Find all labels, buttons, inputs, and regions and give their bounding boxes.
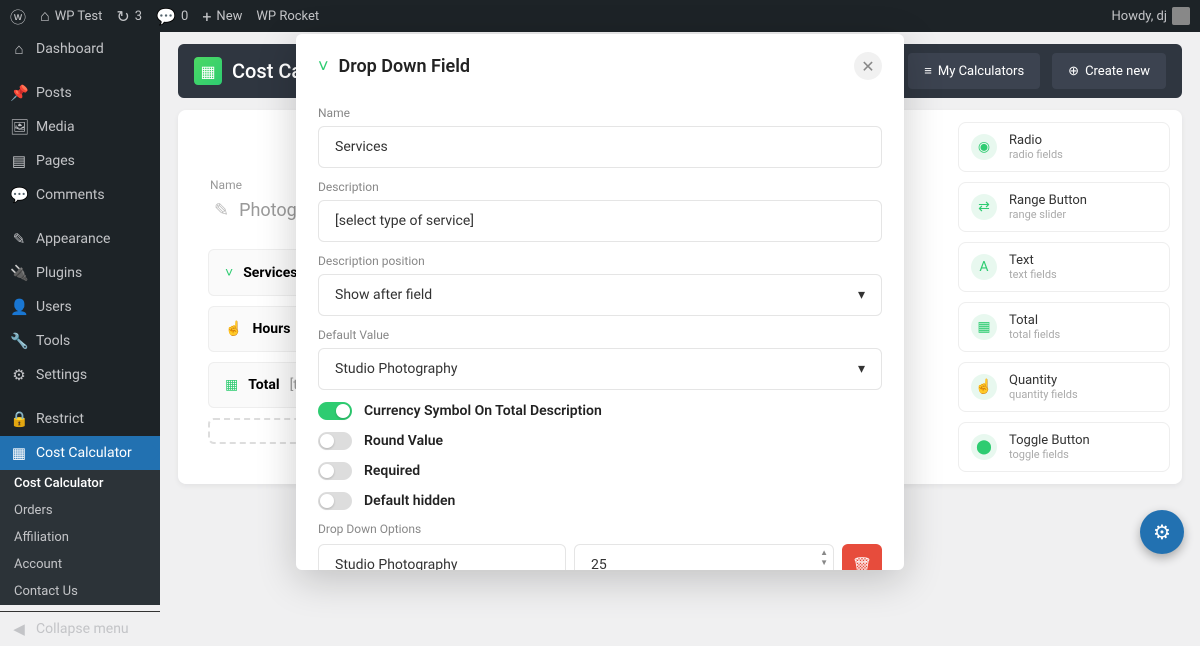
close-icon: ✕ — [861, 57, 874, 76]
wp-rocket-link[interactable]: WP Rocket — [256, 9, 319, 24]
name-input[interactable] — [318, 126, 882, 168]
option-name-input[interactable] — [318, 544, 566, 570]
close-button[interactable]: ✕ — [854, 52, 882, 80]
caret-icon: ▾ — [858, 287, 865, 303]
hidden-toggle[interactable] — [318, 492, 352, 510]
dropdown-field-modal: ˅ Drop Down Field ✕ Name Description Des… — [296, 34, 904, 570]
position-select[interactable]: Show after field▾ — [318, 274, 882, 316]
trash-icon: 🗑 — [852, 556, 872, 571]
currency-toggle[interactable] — [318, 402, 352, 420]
new-link[interactable]: +New — [202, 7, 242, 26]
avatar — [1172, 7, 1190, 25]
option-value-input[interactable] — [574, 544, 834, 570]
updates-link[interactable]: ↻3 — [116, 7, 142, 26]
position-label: Description position — [318, 254, 882, 268]
spinner-up[interactable]: ▲ — [820, 548, 828, 558]
collapse-icon: ◀ — [10, 620, 28, 638]
wp-logo[interactable]: ⓦ — [10, 4, 26, 28]
description-label: Description — [318, 180, 882, 194]
required-toggle[interactable] — [318, 462, 352, 480]
caret-icon: ▾ — [858, 361, 865, 377]
site-link[interactable]: ⌂WP Test — [40, 6, 102, 26]
submenu-contact[interactable]: Contact Us — [0, 578, 160, 605]
modal-title: Drop Down Field — [339, 56, 471, 77]
admin-bar: ⓦ ⌂WP Test ↻3 💬0 +New WP Rocket Howdy, d… — [0, 0, 1200, 32]
comments-link[interactable]: 💬0 — [156, 7, 188, 26]
chevron-down-icon[interactable]: ˅ — [318, 56, 329, 77]
modal-overlay: ˅ Drop Down Field ✕ Name Description Des… — [0, 32, 1200, 570]
default-select[interactable]: Studio Photography▾ — [318, 348, 882, 390]
description-input[interactable] — [318, 200, 882, 242]
round-toggle[interactable] — [318, 432, 352, 450]
delete-option-button[interactable]: 🗑 — [842, 544, 882, 570]
options-label: Drop Down Options — [318, 522, 882, 536]
howdy-link[interactable]: Howdy, dj — [1112, 7, 1191, 25]
name-label: Name — [318, 106, 882, 120]
collapse-menu[interactable]: ◀Collapse menu — [0, 611, 160, 646]
spinner-down[interactable]: ▼ — [820, 558, 828, 568]
default-label: Default Value — [318, 328, 882, 342]
